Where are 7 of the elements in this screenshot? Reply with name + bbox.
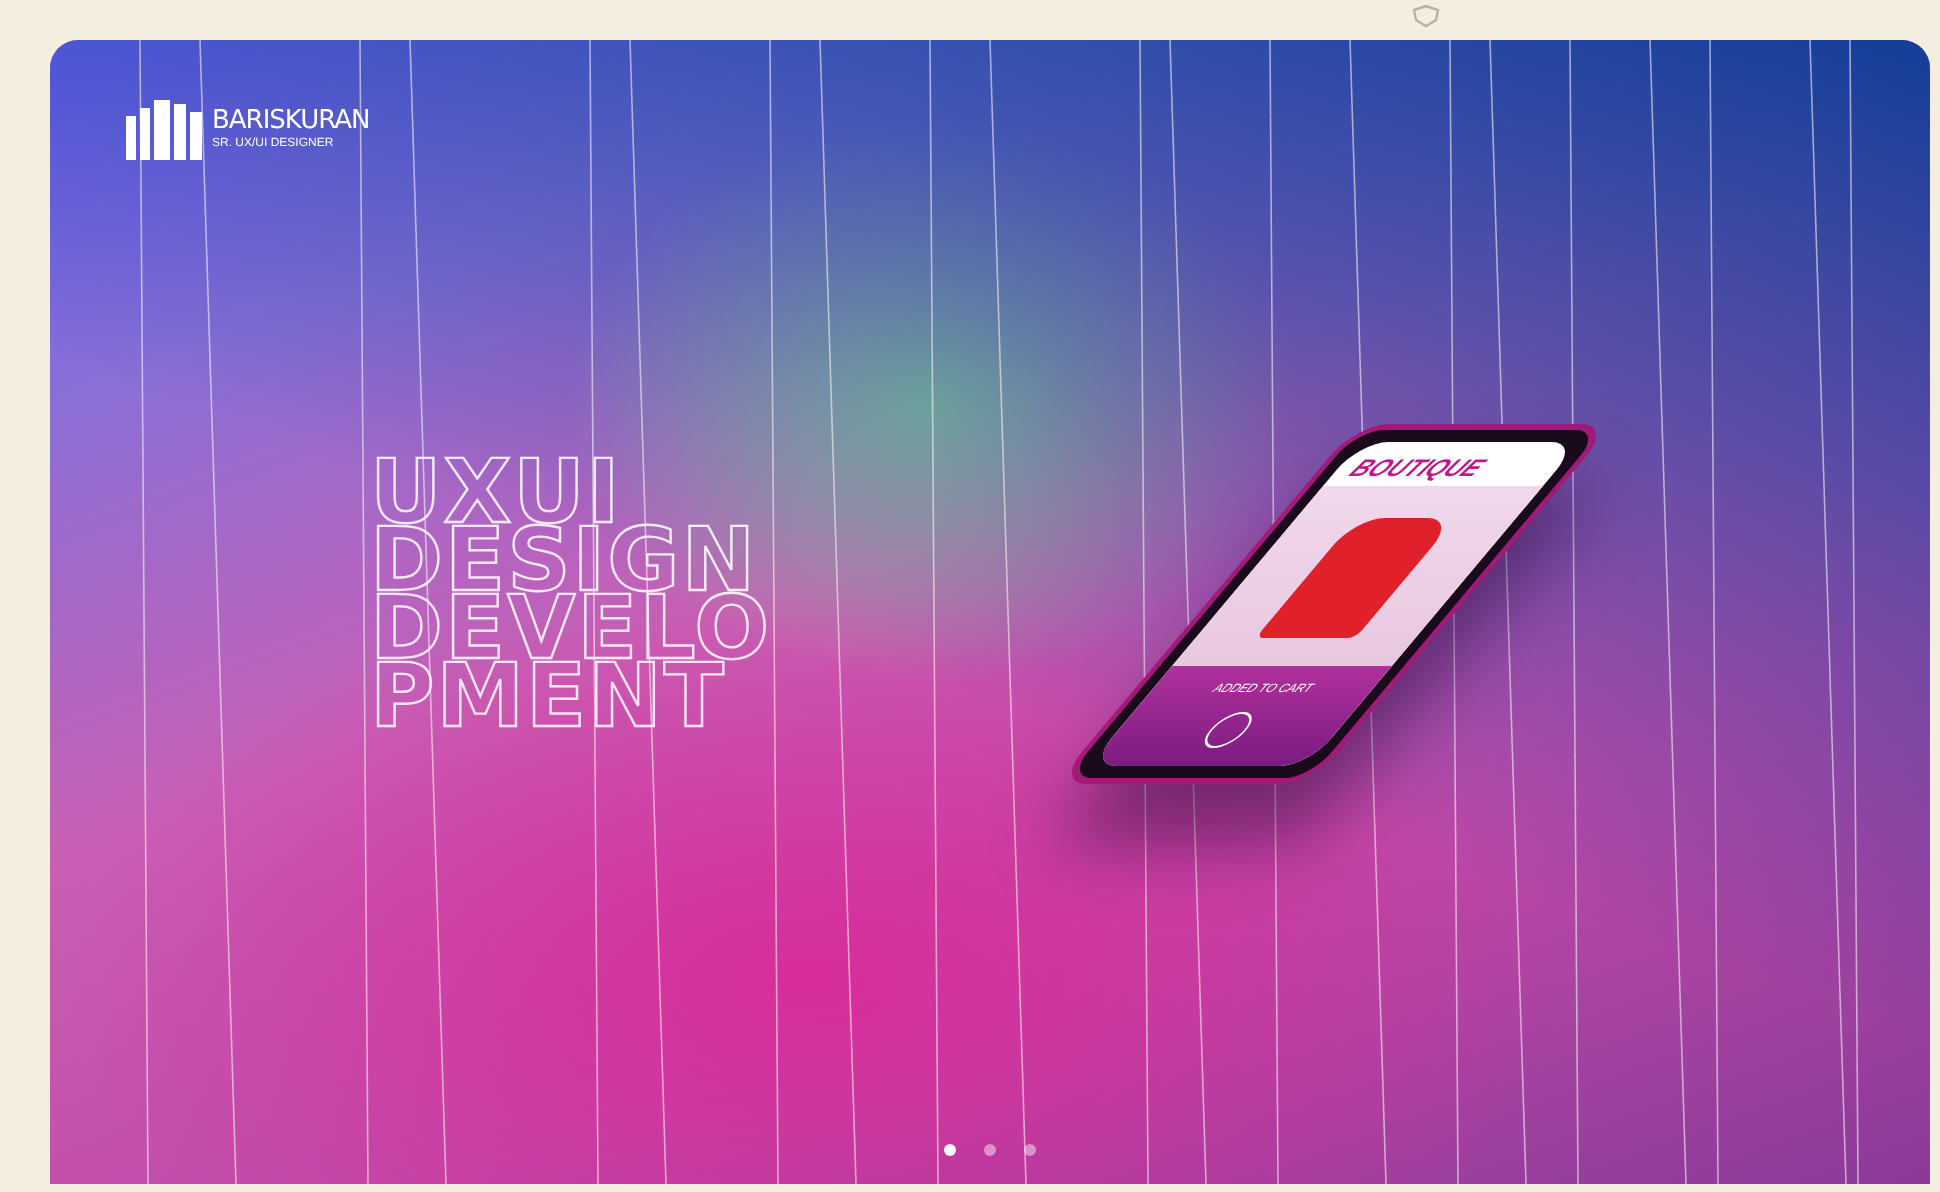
logo-icon [126, 100, 202, 160]
slider-dot[interactable] [1024, 1144, 1036, 1156]
slider-dot[interactable] [984, 1144, 996, 1156]
slider-dot[interactable] [944, 1144, 956, 1156]
shield-icon [1412, 4, 1440, 28]
app-brand: BOUTIQUE [1340, 452, 1495, 486]
logo-name: BARISKURAN [212, 108, 370, 136]
